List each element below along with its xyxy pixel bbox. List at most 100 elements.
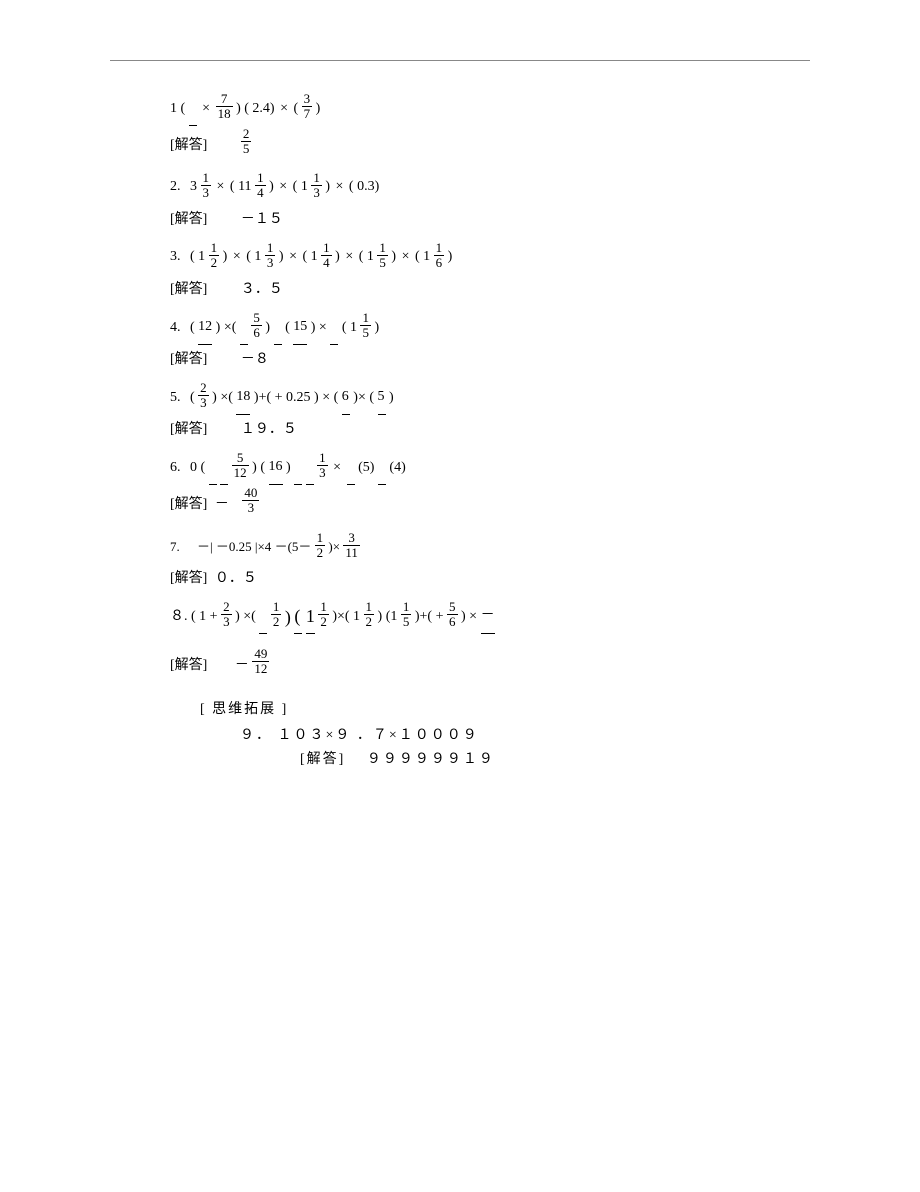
problem-1-expr: 1 ( × 7 18 ) ( 2.4) × ( 3 7 ) (170, 91, 810, 125)
numerator: 1 (401, 600, 412, 614)
paren: ) (223, 240, 228, 274)
text: 1 (306, 599, 315, 634)
fraction: 1 3 (311, 171, 322, 200)
problem-9-expr: １０３×９ ．７×１０００９ (278, 724, 479, 744)
numerator: 1 (317, 451, 328, 465)
times: × (345, 240, 353, 274)
problem-2-number: 2. (170, 170, 181, 204)
text: ) × (311, 311, 327, 345)
denominator: 6 (251, 325, 262, 340)
times: × (279, 170, 287, 204)
problem-6-expr: 6. 0 ( 5 12 ) ( 16 ) 1 3 × (5) (4) (170, 450, 810, 484)
fraction: 1 4 (255, 171, 266, 200)
text: ) ×( (216, 311, 237, 345)
problem-5-number: 5. (170, 381, 181, 415)
text: ) ( (252, 451, 265, 485)
problem-8-expr: ８. ( 1 + 2 3 ) ×( 1 2 ) ( 1 1 2 )×( 1 1 (170, 599, 810, 633)
answer-label: [解答] (170, 418, 207, 438)
text: ( 1 (342, 311, 357, 345)
numerator: 5 (447, 600, 458, 614)
problem-1-answer: [解答] 2 5 (170, 129, 810, 158)
times: × (333, 451, 341, 485)
problem-9: ９． １０３×９ ．７×１０００９ (200, 724, 810, 744)
number: 0.25 (286, 381, 311, 415)
paren: ( (285, 311, 290, 345)
fraction: 1 5 (377, 241, 388, 270)
answer-value: －８ (241, 348, 269, 368)
fraction: 2 3 (221, 600, 232, 629)
extension-heading: [ 思维拓展 ] (200, 698, 810, 718)
text: )× (328, 530, 340, 564)
paren: ) (265, 311, 270, 345)
denominator: 5 (241, 141, 252, 156)
fraction: 1 6 (434, 241, 445, 270)
blank (378, 450, 386, 485)
text: ) ×( (212, 381, 233, 415)
denominator: 3 (242, 500, 259, 515)
paren: ( (294, 599, 302, 634)
numerator: 2 (221, 600, 232, 614)
minus: － (215, 493, 229, 513)
problem-3-answer: [解答] ３．５ (170, 278, 810, 298)
paren: ( (190, 381, 195, 415)
text: ( 1 (246, 240, 261, 274)
blank (330, 310, 338, 345)
text: (5) (358, 451, 374, 485)
numerator: 1 (255, 171, 266, 185)
fraction: 1 2 (318, 600, 329, 629)
problem-2-answer: [解答] －１５ (170, 208, 810, 228)
answer-value: ９９９９９９１９ (367, 748, 495, 768)
paren: ) (374, 311, 379, 345)
problem-2: 2. 3 1 3 × ( 11 1 4 ) × ( 1 1 3 ) × ( (110, 170, 810, 228)
numerator: 1 (311, 171, 322, 185)
answer-label: [解答] (170, 567, 207, 587)
problem-3-expr: 3. ( 1 1 2 ) × ( 1 1 3 ) × ( 1 1 4 ) × (… (170, 240, 810, 274)
number: －0.25 (216, 530, 252, 564)
text: ( 1 (190, 240, 205, 274)
numerator: 2 (241, 127, 252, 141)
denominator: 12 (232, 465, 249, 480)
paren: ) (448, 240, 453, 274)
blank (274, 310, 282, 345)
problem-3: 3. ( 1 1 2 ) × ( 1 1 3 ) × ( 1 1 4 ) × (… (110, 240, 810, 298)
denominator: 3 (198, 395, 209, 410)
numerator: 7 (216, 92, 233, 106)
fraction: 1 2 (315, 531, 326, 560)
text: 1 (353, 600, 360, 634)
problem-7-answer: [解答] ０．５ (170, 567, 810, 587)
fraction: 1 2 (209, 241, 220, 270)
numerator: 2 (198, 381, 209, 395)
text: ( 1 (191, 600, 206, 634)
text: 3 (190, 170, 197, 204)
numerator: 1 (315, 531, 326, 545)
blank (347, 450, 355, 485)
fraction: 5 6 (447, 600, 458, 629)
numerator: 1 (265, 241, 276, 255)
times: × (233, 240, 241, 274)
problem-8-answer: [解答] － 49 12 (170, 649, 810, 678)
paren: ) (335, 240, 340, 274)
fraction: 5 6 (251, 311, 262, 340)
numerator: 1 (271, 600, 282, 614)
text: 11 (238, 170, 251, 204)
problem-5-expr: 5. ( 2 3 ) ×( 18 )+( + 0.25 ) × ( 6 )× (… (170, 380, 810, 414)
answer-label: [解答] (170, 654, 207, 674)
text: ( 1 (415, 240, 430, 274)
fraction: 2 5 (241, 127, 252, 156)
fraction: 1 2 (364, 600, 375, 629)
text: ( 1 (303, 240, 318, 274)
text: －(5－ (275, 530, 312, 564)
denominator: 2 (315, 545, 326, 560)
number: 16 (269, 450, 283, 485)
problem-9-number: ９． (240, 724, 272, 744)
problem-9-answer: [解答] ９９９９９９１９ (200, 748, 810, 768)
numerator: 1 (434, 241, 445, 255)
plus: + (436, 600, 444, 634)
text: ) × (461, 600, 477, 634)
problem-5: 5. ( 2 3 ) ×( 18 )+( + 0.25 ) × ( 6 )× (… (110, 380, 810, 438)
text: )× ( (353, 381, 374, 415)
extension-section: [ 思维拓展 ] ９． １０３×９ ．７×１０００９ [解答] ９９９９９９１９ (110, 698, 810, 768)
top-divider (110, 60, 810, 61)
denominator: 11 (343, 545, 360, 560)
fraction: 1 3 (317, 451, 328, 480)
